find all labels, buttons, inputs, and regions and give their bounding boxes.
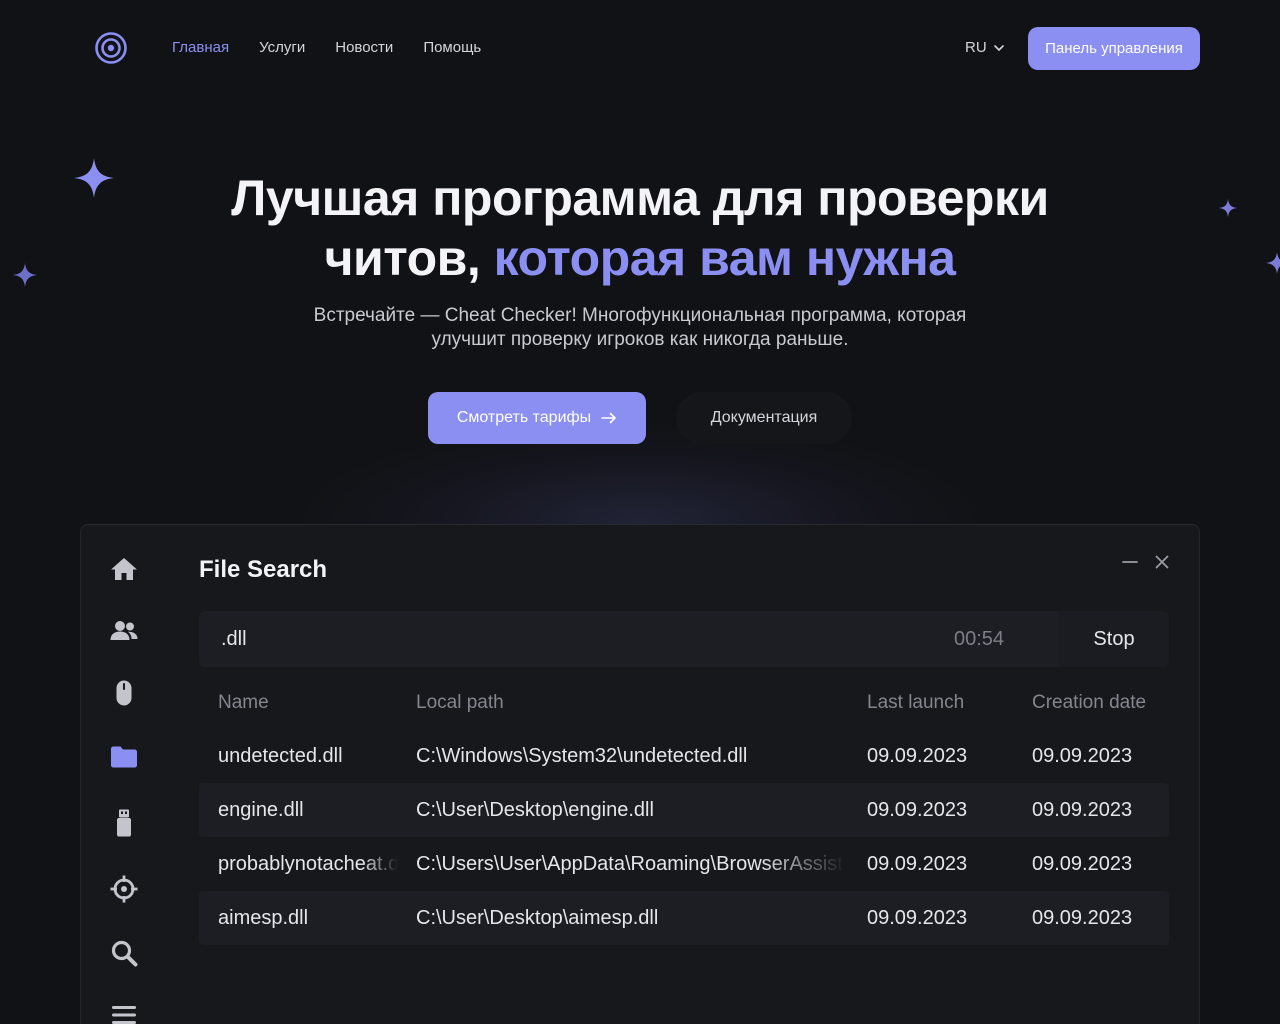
close-icon[interactable]	[1153, 553, 1171, 571]
table-row[interactable]: aimesp.dll C:\User\Desktop\aimesp.dll 09…	[199, 891, 1169, 945]
column-header-path[interactable]: Local path	[416, 677, 846, 729]
arrow-right-icon	[601, 412, 616, 424]
sidebar-search[interactable]	[108, 937, 140, 969]
mouse-icon	[116, 680, 132, 706]
search-input[interactable]: .dll	[221, 627, 247, 651]
menu-icon	[112, 1006, 136, 1024]
sidebar-usb[interactable]	[108, 807, 140, 839]
nav-link-help[interactable]: Помощь	[423, 38, 481, 58]
window-title: File Search	[199, 556, 328, 583]
hero-title-line1: Лучшая программа для проверки	[231, 170, 1049, 226]
view-pricing-label: Смотреть тарифы	[456, 409, 592, 426]
language-label: RU	[965, 39, 987, 56]
cell-name: engine.dll	[218, 798, 304, 821]
column-header-last-launch[interactable]: Last launch	[867, 677, 1017, 729]
hero-title: Лучшая программа для проверки читов, кот…	[0, 168, 1280, 288]
logo-icon[interactable]	[94, 31, 128, 65]
nav-link-news[interactable]: Новости	[335, 38, 393, 58]
hero-subtitle-line1: Встречайте — Cheat Checker! Многофункцио…	[313, 305, 967, 326]
cell-path: C:\User\Desktop\engine.dll	[416, 798, 654, 821]
window-controls	[1121, 553, 1171, 571]
nav-link-home[interactable]: Главная	[172, 38, 229, 58]
cell-creation-date: 09.09.2023	[1032, 852, 1133, 875]
crosshair-icon	[110, 875, 138, 903]
home-icon	[111, 558, 137, 580]
cell-last-launch: 09.09.2023	[867, 744, 968, 767]
usb-drive-icon	[117, 809, 131, 837]
cell-name: aimesp.dll	[218, 906, 309, 929]
cell-last-launch: 09.09.2023	[867, 906, 968, 929]
cell-path: C:\User\Desktop\aimesp.dll	[416, 906, 659, 929]
cell-path: C:\Windows\System32\undetected.dll	[416, 744, 748, 767]
search-timer: 00:54	[954, 628, 1005, 650]
cell-creation-date: 09.09.2023	[1032, 744, 1133, 767]
chevron-down-icon	[993, 45, 1004, 51]
app-window-preview: File Search .dll 00:54 Stop Name Local p…	[80, 524, 1200, 1024]
view-pricing-button[interactable]: Смотреть тарифы	[428, 392, 646, 444]
stop-button[interactable]: Stop	[1059, 611, 1169, 667]
hero-subtitle-line2: улучшит проверку игроков как никогда ран…	[431, 329, 849, 350]
sidebar-users[interactable]	[108, 615, 140, 647]
table-row[interactable]: engine.dll C:\User\Desktop\engine.dll 09…	[199, 783, 1169, 837]
sidebar-menu[interactable]	[108, 999, 140, 1024]
hero-subtitle: Встречайте — Cheat Checker! Многофункцио…	[240, 304, 1040, 352]
minimize-icon[interactable]	[1121, 553, 1139, 571]
cell-creation-date: 09.09.2023	[1032, 906, 1133, 929]
cell-last-launch: 09.09.2023	[867, 798, 968, 821]
users-icon	[110, 621, 138, 640]
cell-last-launch: 09.09.2023	[867, 852, 968, 875]
sidebar-crosshair[interactable]	[108, 873, 140, 905]
language-selector[interactable]: RU	[965, 38, 1005, 58]
column-header-creation-date[interactable]: Creation date	[1032, 677, 1182, 729]
hero-title-line2: читов,	[324, 230, 494, 286]
nav-links: Главная Услуги Новости Помощь	[172, 38, 481, 58]
column-header-name[interactable]: Name	[218, 677, 398, 729]
sidebar-mouse[interactable]	[108, 677, 140, 709]
search-icon	[111, 940, 138, 967]
table-row[interactable]: undetected.dll C:\Windows\System32\undet…	[199, 729, 1169, 783]
folder-icon	[111, 746, 137, 768]
nav-link-services[interactable]: Услуги	[259, 38, 305, 58]
top-nav: Главная Услуги Новости Помощь RU Панель …	[0, 0, 1280, 96]
cell-name: probablynotacheat.dll	[218, 852, 398, 875]
app-sidebar	[81, 525, 167, 1024]
sidebar-files[interactable]	[108, 741, 140, 773]
table-row[interactable]: probablynotacheat.dll C:\Users\User\AppD…	[199, 837, 1169, 891]
cell-name: undetected.dll	[218, 744, 343, 767]
table-header: Name Local path Last launch Creation dat…	[199, 677, 1169, 729]
hero-title-accent: которая вам нужна	[493, 230, 956, 286]
landing-page: Главная Услуги Новости Помощь RU Панель …	[0, 0, 1280, 1024]
file-search-bar: .dll 00:54 Stop	[199, 611, 1169, 667]
results-table: Name Local path Last launch Creation dat…	[199, 677, 1169, 945]
cell-path: C:\Users\User\AppData\Roaming\BrowserAss…	[416, 852, 846, 875]
dashboard-button[interactable]: Панель управления	[1028, 27, 1200, 70]
sidebar-home[interactable]	[108, 553, 140, 585]
cell-creation-date: 09.09.2023	[1032, 798, 1133, 821]
documentation-button[interactable]: Документация	[676, 392, 852, 444]
